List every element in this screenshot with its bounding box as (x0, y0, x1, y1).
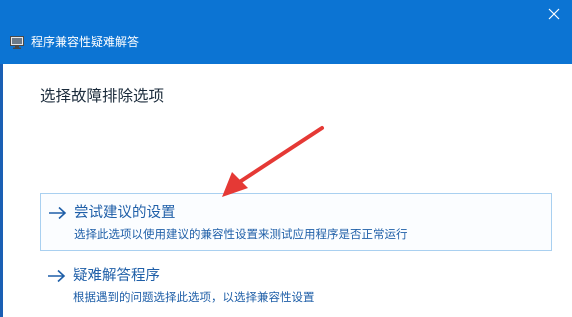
option-troubleshoot-program[interactable]: 疑难解答程序 根据遇到的问题选择此选项，以选择兼容性设置 (40, 257, 552, 315)
option-description: 根据遇到的问题选择此选项，以选择兼容性设置 (73, 290, 315, 304)
arrow-right-icon (49, 206, 67, 220)
option-title: 尝试建议的设置 (74, 205, 176, 221)
window-title: 程序兼容性疑难解答 (31, 35, 140, 49)
close-icon (548, 8, 560, 20)
option-title: 疑难解答程序 (73, 268, 160, 284)
troubleshooter-app-icon (10, 36, 24, 49)
window-titlebar: 程序兼容性疑难解答 (0, 0, 572, 64)
option-try-recommended-settings[interactable]: 尝试建议的设置 选择此选项以使用建议的兼容性设置来测试应用程序是否正常运行 (40, 193, 552, 251)
page-heading: 选择故障排除选项 (40, 87, 165, 105)
arrow-right-icon (48, 269, 66, 283)
option-description: 选择此选项以使用建议的兼容性设置来测试应用程序是否正常运行 (74, 227, 408, 241)
close-button[interactable] (536, 0, 572, 28)
